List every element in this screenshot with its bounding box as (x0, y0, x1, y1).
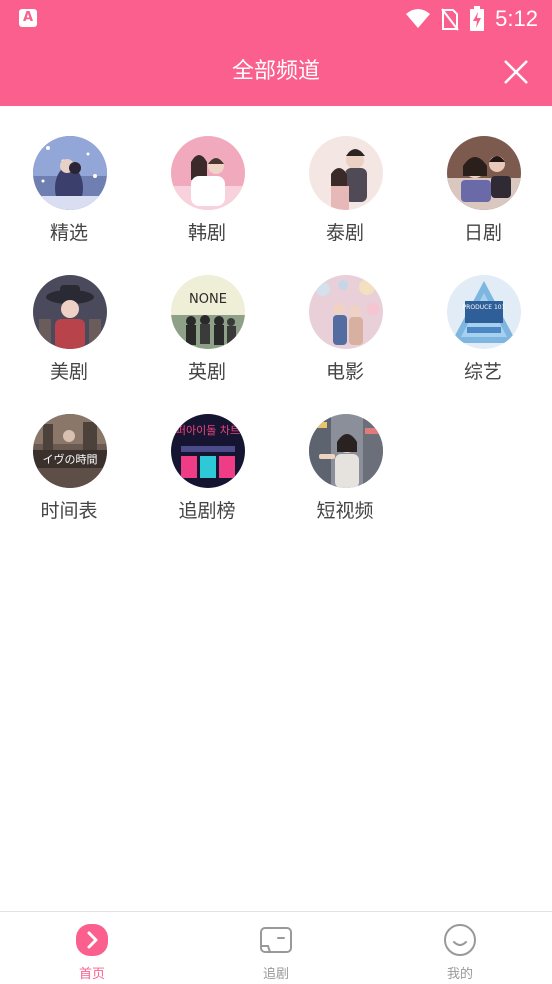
wifi-icon (406, 9, 431, 28)
tab-home[interactable]: 首页 (0, 912, 184, 984)
bottom-tab-bar: 首页 追剧 我的 (0, 911, 552, 984)
close-icon (504, 60, 528, 84)
tv-icon (260, 927, 292, 953)
channel-hanju[interactable]: 韩剧 (138, 106, 276, 244)
channel-label: 韩剧 (187, 222, 226, 244)
produce-101-thumbnail: PRODUCE 101 (447, 275, 521, 349)
poster-title-text: NONE (189, 292, 227, 307)
hat-woman-thumbnail (33, 275, 107, 349)
channel-zongyi[interactable]: PRODUCE 101 综艺 (414, 245, 552, 383)
tab-label: 我的 (446, 967, 473, 982)
channel-label: 日剧 (463, 222, 502, 244)
smile-icon (444, 924, 476, 956)
light-couple-thumbnail (309, 136, 383, 210)
status-bar: A 5:12 (0, 0, 552, 38)
snow-couple-thumbnail (33, 136, 107, 210)
bokeh-couple-thumbnail (309, 275, 383, 349)
channel-shijianbiao[interactable]: イヴの時間 时间表 (0, 384, 138, 522)
channel-label: 电影 (325, 361, 364, 383)
channel-label: 美剧 (49, 361, 88, 383)
channel-dianying[interactable]: 电影 (276, 245, 414, 383)
cafe-couple-thumbnail (447, 136, 521, 210)
chart-show-thumbnail: 슈퍼아이돌 차트쇼 (171, 414, 245, 488)
channel-jingxuan[interactable]: 精选 (0, 106, 138, 244)
status-time: 5:12 (495, 6, 538, 31)
channel-label: 精选 (49, 222, 88, 244)
tab-profile[interactable]: 我的 (368, 912, 552, 984)
channel-label: 英剧 (187, 361, 226, 383)
status-indicators: 5:12 (405, 5, 538, 33)
tab-label: 首页 (78, 967, 105, 982)
channel-label: 追剧榜 (178, 500, 236, 522)
channel-yingju[interactable]: NONE 英剧 (138, 245, 276, 383)
pink-couple-thumbnail (171, 136, 245, 210)
notification-a-icon: A (19, 9, 37, 27)
header-bar: 全部频道 (0, 38, 552, 106)
tab-label: 追剧 (262, 967, 289, 982)
channel-duanshipin[interactable]: 短视频 (276, 384, 414, 522)
battery-charging-icon (470, 6, 485, 31)
channel-label: 泰剧 (325, 222, 364, 244)
produce-logo-text: PRODUCE 101 (463, 304, 506, 311)
chart-show-title-text: 슈퍼아이돌 차트쇼 (171, 424, 245, 437)
channel-meiju[interactable]: 美剧 (0, 245, 138, 383)
eve-title-text: イヴの時間 (43, 452, 98, 466)
channel-zhuijubang[interactable]: 슈퍼아이돌 차트쇼 追剧榜 (138, 384, 276, 522)
play-icon (76, 924, 108, 956)
no-sim-icon (441, 8, 459, 31)
page-title: 全部频道 (231, 59, 320, 84)
tab-following[interactable]: 追剧 (184, 912, 368, 984)
channel-taiju[interactable]: 泰剧 (276, 106, 414, 244)
channel-label: 综艺 (463, 361, 502, 383)
none-poster-thumbnail: NONE (171, 275, 245, 349)
street-woman-thumbnail (309, 414, 383, 488)
channel-label: 时间表 (40, 500, 98, 522)
channel-label: 短视频 (316, 500, 374, 522)
eve-time-thumbnail: イヴの時間 (33, 414, 107, 488)
channel-riju[interactable]: 日剧 (414, 106, 552, 244)
close-button[interactable] (500, 56, 532, 88)
